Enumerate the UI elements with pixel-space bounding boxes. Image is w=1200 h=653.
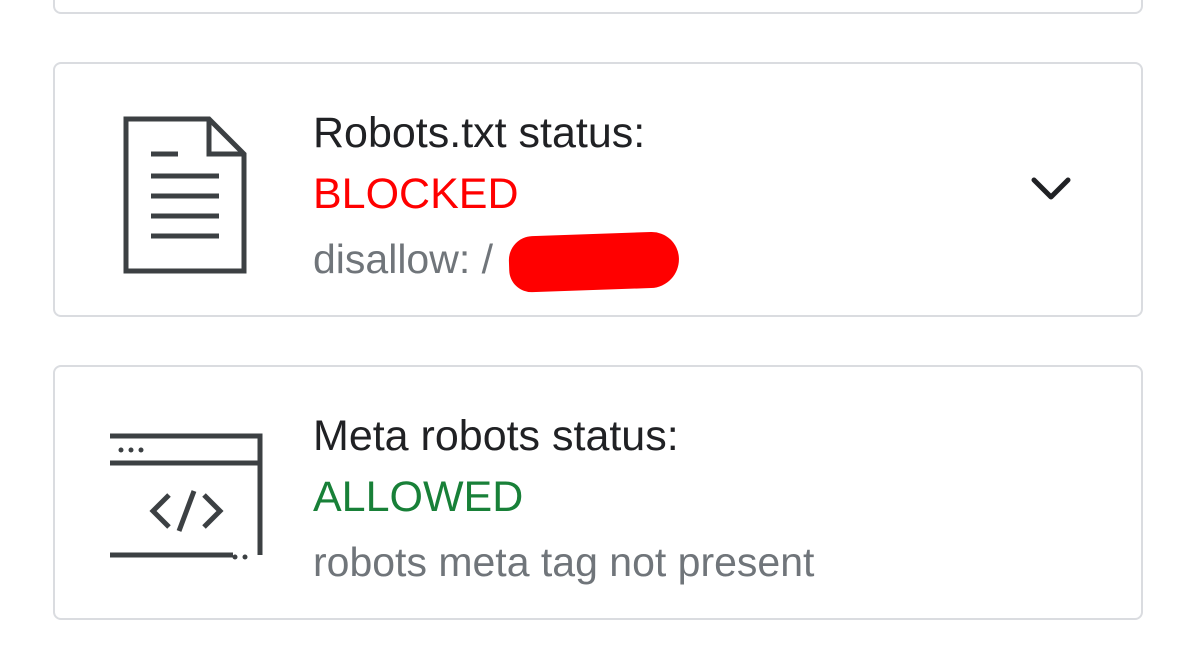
previous-card xyxy=(53,0,1143,14)
meta-robots-detail: robots meta tag not present xyxy=(313,539,815,585)
redaction-mark xyxy=(508,231,680,293)
robots-txt-text: Robots.txt status: BLOCKED disallow: / xyxy=(313,104,680,293)
chevron-down-icon[interactable] xyxy=(1029,174,1073,204)
meta-robots-card: Meta robots status: ALLOWED robots meta … xyxy=(53,365,1143,620)
robots-txt-detail: disallow: / xyxy=(313,236,494,282)
robots-txt-status: BLOCKED xyxy=(313,170,519,218)
robots-txt-card[interactable]: Robots.txt status: BLOCKED disallow: / xyxy=(53,62,1143,317)
robots-txt-title: Robots.txt status: xyxy=(313,109,646,157)
meta-robots-title: Meta robots status: xyxy=(313,412,679,460)
document-icon xyxy=(123,116,247,274)
robots-txt-detail-row: disallow: / xyxy=(313,226,680,293)
code-window-icon xyxy=(110,433,263,560)
meta-robots-status: ALLOWED xyxy=(313,473,524,521)
meta-robots-text: Meta robots status: ALLOWED robots meta … xyxy=(313,407,814,595)
